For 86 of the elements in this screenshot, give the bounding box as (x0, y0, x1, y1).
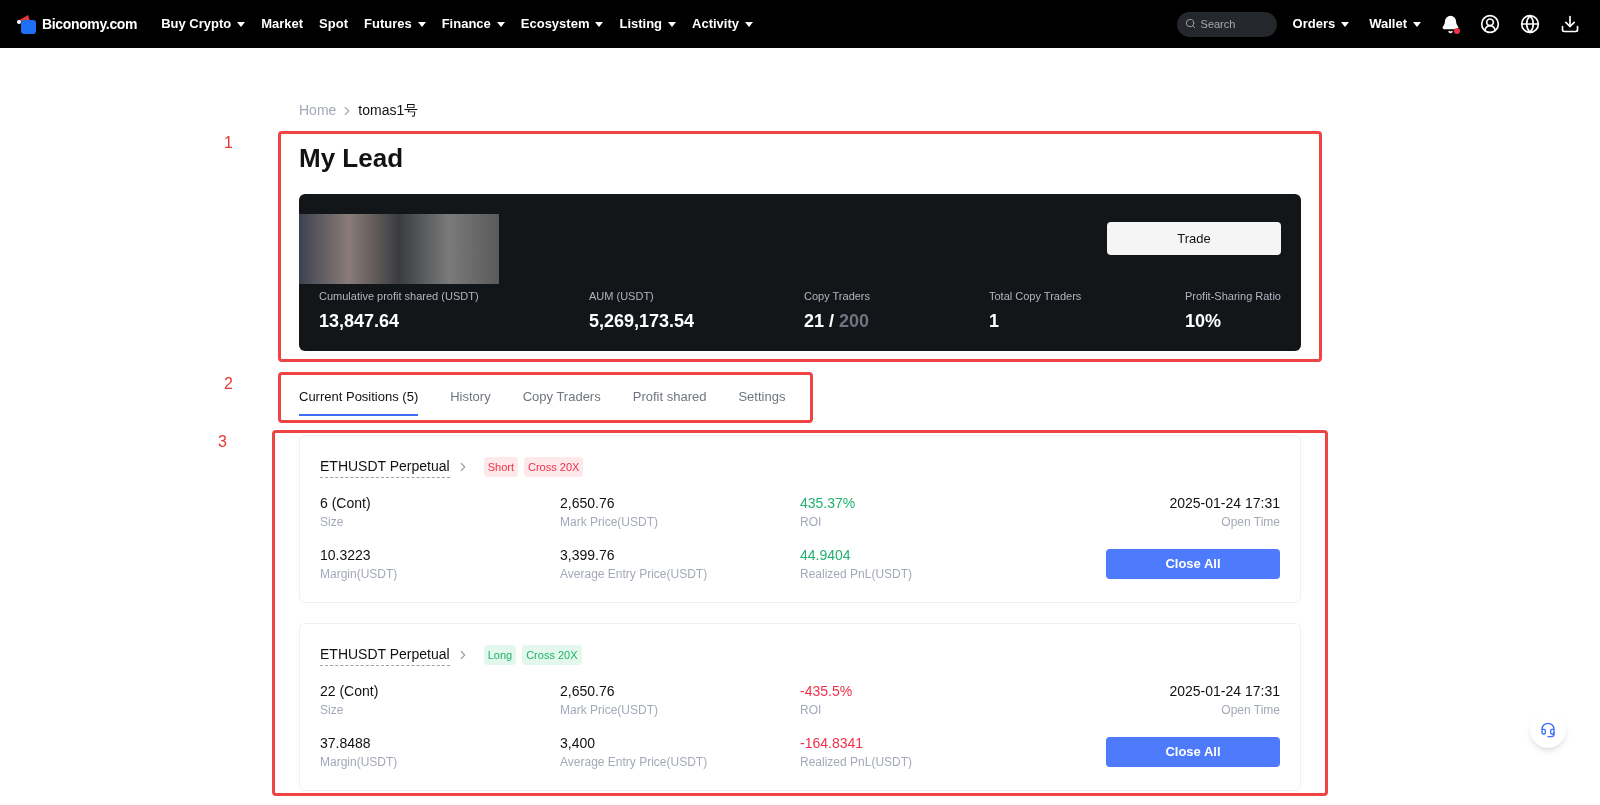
nav-menu-item[interactable]: Orders (1292, 14, 1350, 34)
field-label: Mark Price(USDT) (560, 703, 659, 718)
caret-icon (496, 21, 505, 27)
symbol-link[interactable]: ETHUSDT Perpetual (320, 644, 450, 666)
field-label: Average Entry Price(USDT) (560, 755, 709, 770)
field-label: Open Time (1221, 515, 1280, 530)
support-button[interactable] (1530, 712, 1566, 748)
logo-icon (16, 13, 38, 35)
field-label: Size (320, 703, 345, 718)
caret-icon (668, 21, 677, 27)
field-label: Open Time (1221, 703, 1280, 718)
annotation-number: 3 (218, 432, 227, 452)
nav-menu-item[interactable]: Ecosystem (520, 14, 604, 34)
stat-label: Copy Traders (804, 288, 872, 304)
stat-value: 1 (989, 310, 1000, 333)
field-value: 6 (Cont) (320, 494, 372, 512)
annotation-number: 2 (224, 374, 233, 394)
field-label: Margin(USDT) (320, 567, 399, 582)
tab[interactable]: Profit shared (632, 378, 707, 417)
caret-icon (595, 21, 604, 27)
field-value: -435.5% (800, 682, 854, 700)
trade-button[interactable]: Trade (1107, 222, 1281, 255)
close-all-button[interactable]: Close All (1106, 737, 1280, 767)
field-value: -164.8341 (800, 734, 865, 752)
field-value: 2025-01-24 17:31 (1169, 682, 1280, 700)
stat-value: 10% (1185, 310, 1223, 333)
field-label: Realized PnL(USDT) (800, 755, 914, 770)
download-icon[interactable] (1560, 14, 1580, 34)
nav-menu-item[interactable]: Wallet (1369, 14, 1421, 34)
field-value: 37.8488 (320, 734, 372, 752)
field-label: Margin(USDT) (320, 755, 399, 770)
stat-value: 5,269,173.54 (589, 310, 696, 333)
nav-menu-item[interactable]: Finance (441, 14, 505, 34)
field-value: 2025-01-24 17:31 (1169, 494, 1280, 512)
nav-menu-item[interactable]: Listing (619, 14, 677, 34)
stat-label: Cumulative profit shared (USDT) (319, 288, 480, 304)
nav-menu-item[interactable]: Market (261, 14, 304, 34)
field-value: 10.3223 (320, 546, 372, 564)
side-tag: Long (483, 644, 517, 666)
field-label: ROI (800, 515, 823, 530)
stat-value: 21 / 200 (804, 310, 871, 333)
nav-menu-item[interactable]: Buy Crypto (161, 14, 246, 34)
tab[interactable]: Copy Traders (522, 378, 601, 417)
breadcrumb-current: tomas1号 (358, 101, 419, 120)
field-value: 3,399.76 (560, 546, 616, 564)
caret-icon (237, 21, 246, 27)
tab[interactable]: Settings (738, 378, 786, 417)
nav-menu-item[interactable]: Activity (692, 14, 754, 34)
search-icon (1184, 18, 1196, 30)
stat-value: 13,847.64 (319, 310, 401, 333)
field-value: 2,650.76 (560, 494, 616, 512)
nav-menu-item[interactable]: Futures (364, 14, 426, 34)
caret-icon (1341, 21, 1350, 27)
field-value: 3,400 (560, 734, 597, 752)
nav-menu-item[interactable]: Spot (319, 14, 348, 34)
field-label: Size (320, 515, 345, 530)
globe-icon[interactable] (1520, 14, 1540, 34)
close-all-button[interactable]: Close All (1106, 549, 1280, 579)
page-title: My Lead (299, 142, 405, 174)
tab[interactable]: History (450, 378, 491, 417)
search-field[interactable]: Search (1176, 11, 1277, 37)
field-value: 2,650.76 (560, 682, 616, 700)
stat-label: Total Copy Traders (989, 288, 1083, 304)
field-label: ROI (800, 703, 823, 718)
field-label: Realized PnL(USDT) (800, 567, 914, 582)
bell-icon (1441, 14, 1460, 34)
field-value: 22 (Cont) (320, 682, 380, 700)
stat-label: Profit-Sharing Ratio (1185, 288, 1281, 304)
tab[interactable]: Current Positions (5) (299, 378, 419, 417)
logo-text[interactable]: Biconomy.com (42, 13, 138, 35)
caret-icon (417, 21, 426, 27)
headset-icon (1540, 722, 1556, 738)
notification-button[interactable] (1441, 14, 1460, 34)
symbol-link[interactable]: ETHUSDT Perpetual (320, 456, 450, 478)
field-label: Mark Price(USDT) (560, 515, 659, 530)
field-value: 44.9404 (800, 546, 852, 564)
mode-tag: Cross 20X (522, 644, 582, 666)
annotation-number: 1 (224, 133, 233, 153)
caret-icon (1413, 21, 1421, 27)
side-tag: Short (483, 456, 518, 478)
mode-tag: Cross 20X (524, 456, 584, 478)
user-icon[interactable] (1480, 14, 1500, 34)
field-value: 435.37% (800, 494, 857, 512)
field-label: Average Entry Price(USDT) (560, 567, 709, 582)
caret-icon (745, 21, 754, 27)
stat-label: AUM (USDT) (589, 288, 655, 304)
